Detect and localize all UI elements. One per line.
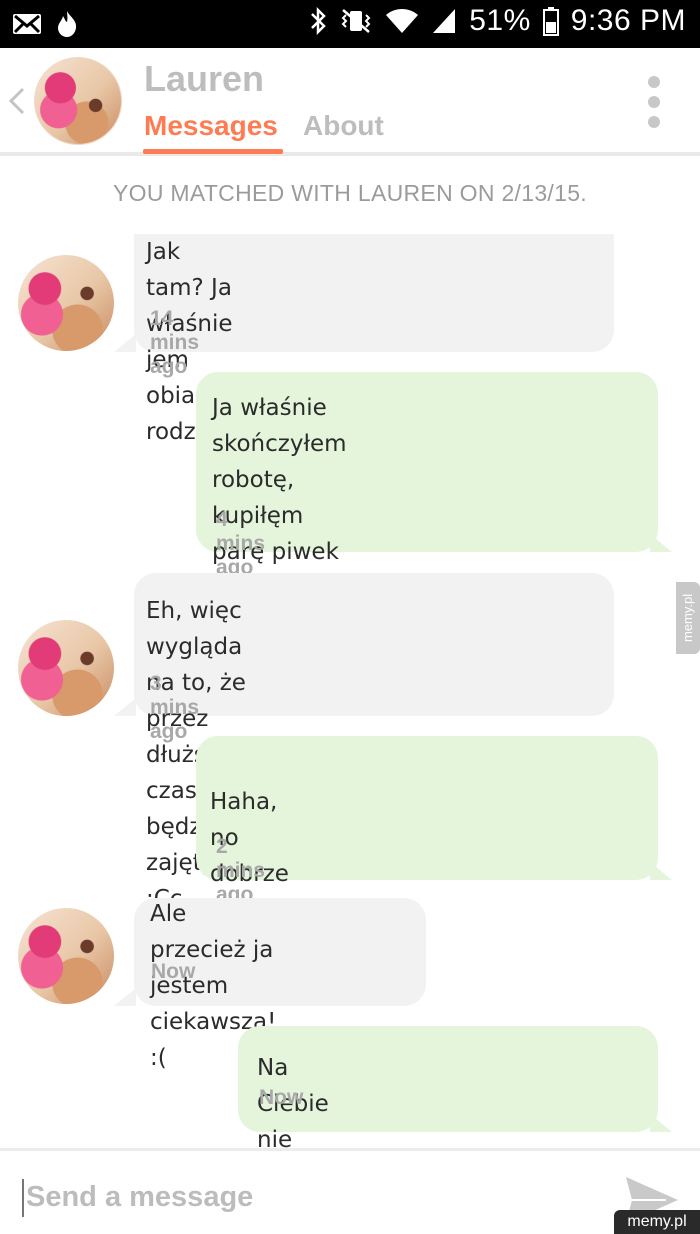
clock: 9:36 PM xyxy=(570,4,686,37)
back-chevron-icon[interactable] xyxy=(8,86,26,125)
sender-avatar xyxy=(18,908,114,1004)
message-time: Now xyxy=(259,1086,304,1109)
watermark-corner: memy.pl xyxy=(614,1210,700,1234)
message-time: 3 mins ago xyxy=(150,672,200,743)
more-options-icon[interactable] xyxy=(648,76,660,128)
message-composer: Send a message xyxy=(0,1151,700,1234)
signal-icon xyxy=(433,9,456,33)
mail-icon xyxy=(13,14,41,34)
sender-avatar xyxy=(18,255,114,351)
status-bar: 51% 9:36 PM xyxy=(0,0,700,48)
sender-avatar xyxy=(18,620,114,716)
text-caret xyxy=(22,1179,24,1217)
message-time: 14 mins ago xyxy=(150,307,200,378)
chat-header: Lauren Messages About xyxy=(0,48,700,156)
bluetooth-icon xyxy=(311,6,326,36)
tab-about[interactable]: About xyxy=(303,110,384,142)
vibrate-mute-icon xyxy=(341,9,371,33)
message-time: 4 mins ago xyxy=(216,508,266,579)
battery-percent: 51% xyxy=(469,4,531,37)
contact-avatar[interactable] xyxy=(34,57,122,145)
battery-icon xyxy=(542,7,559,36)
wifi-icon xyxy=(386,9,419,33)
match-notice: YOU MATCHED WITH LAUREN ON 2/13/15. xyxy=(113,180,587,206)
active-tab-indicator xyxy=(143,149,283,154)
message-time: Now xyxy=(151,960,196,983)
tab-messages[interactable]: Messages xyxy=(144,110,278,142)
flame-icon xyxy=(58,11,77,37)
message-input[interactable]: Send a message xyxy=(26,1181,253,1214)
contact-name[interactable]: Lauren xyxy=(144,58,264,100)
watermark-side: memy.pl xyxy=(676,582,700,654)
